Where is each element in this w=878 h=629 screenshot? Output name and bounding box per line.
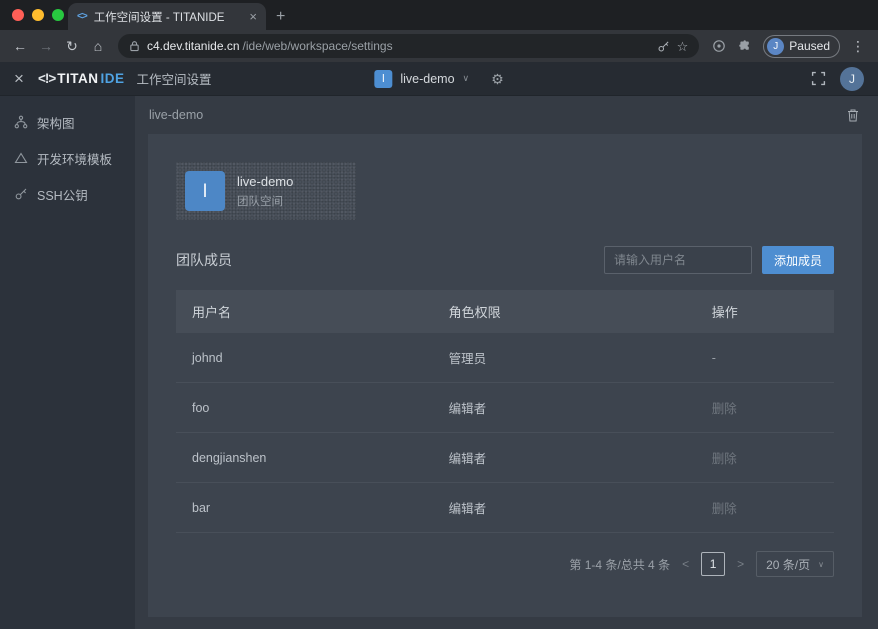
column-header-action: 操作 [696, 290, 834, 333]
close-settings-icon[interactable]: × [14, 70, 24, 87]
template-icon [14, 151, 28, 165]
page-title: 工作空间设置 [136, 69, 211, 88]
sidebar-item-ssh-keys[interactable]: SSH公钥 [0, 176, 135, 212]
cell-username: bar [176, 483, 433, 533]
profile-status: Paused [789, 39, 830, 53]
column-header-username: 用户名 [176, 290, 433, 333]
pagination-next-icon[interactable]: > [735, 557, 746, 571]
delete-member-link[interactable]: 删除 [712, 452, 737, 466]
url-path: /ide/web/workspace/settings [243, 39, 393, 53]
window-close-button[interactable] [12, 9, 24, 21]
settings-sidebar: 架构图 开发环境模板 SSH公钥 [0, 96, 135, 629]
pagination: 第 1-4 条/总共 4 条 < 1 > 20 条/页 ∨ [176, 551, 834, 577]
workspace-tile-badge: l [185, 171, 225, 211]
workspace-badge: l [374, 70, 392, 88]
address-bar[interactable]: c4.dev.titanide.cn /ide/web/workspace/se… [118, 34, 699, 58]
url-domain: c4.dev.titanide.cn [147, 39, 240, 53]
lock-icon [129, 40, 140, 52]
tab-title: 工作空间设置 - TITANIDE [94, 9, 243, 25]
sidebar-item-dev-templates[interactable]: 开发环境模板 [0, 140, 135, 176]
cell-role: 编辑者 [433, 483, 696, 533]
cell-action: - [696, 333, 834, 383]
cell-username: foo [176, 383, 433, 433]
table-header-row: 用户名 角色权限 操作 [176, 290, 834, 333]
fullscreen-icon[interactable] [811, 71, 826, 86]
reload-icon[interactable]: ↻ [60, 39, 84, 53]
cell-username: dengjianshen [176, 433, 433, 483]
chevron-down-icon: ∨ [818, 560, 824, 569]
username-input[interactable] [604, 246, 752, 274]
delete-member-link[interactable]: 删除 [712, 402, 737, 416]
forward-icon[interactable]: → [34, 39, 58, 53]
members-table: 用户名 角色权限 操作 johnd 管理员 - foo [176, 290, 834, 533]
pagination-current-page[interactable]: 1 [701, 552, 725, 576]
key-icon [14, 187, 28, 201]
delete-member-link[interactable]: 删除 [712, 502, 737, 516]
browser-menu-icon[interactable]: ⋮ [846, 39, 870, 53]
breadcrumb: live-demo [149, 108, 203, 122]
sidebar-item-architecture[interactable]: 架构图 [0, 104, 135, 140]
extensions-puzzle-icon[interactable] [738, 39, 752, 53]
home-icon[interactable]: ⌂ [86, 39, 110, 53]
workspace-card-name: live-demo [237, 174, 293, 189]
workspace-card-type: 团队空间 [237, 193, 293, 209]
cell-username: johnd [176, 333, 433, 383]
app-header: × <!> TITAN IDE 工作空间设置 l live-demo ∨ ⚙ J [0, 62, 878, 96]
sidebar-item-label: SSH公钥 [37, 185, 88, 204]
sidebar-item-label: 架构图 [37, 113, 75, 132]
cell-role: 编辑者 [433, 383, 696, 433]
profile-avatar: J [767, 38, 784, 55]
cell-role: 管理员 [433, 333, 696, 383]
pagination-prev-icon[interactable]: < [680, 557, 691, 571]
tab-strip: <> 工作空间设置 - TITANIDE × + [0, 0, 878, 30]
members-section-title: 团队成员 [176, 250, 232, 270]
titanide-logo: <!> TITAN IDE [38, 71, 125, 86]
settings-panel: l live-demo 团队空间 团队成员 添加成员 [148, 134, 862, 617]
window-zoom-button[interactable] [52, 9, 64, 21]
new-tab-button[interactable]: + [276, 9, 285, 25]
back-icon[interactable]: ← [8, 39, 32, 53]
tab-close-icon[interactable]: × [249, 10, 257, 23]
workspace-card: l live-demo 团队空间 [176, 162, 356, 220]
profile-paused-badge[interactable]: J Paused [763, 35, 840, 58]
bookmark-star-icon[interactable]: ☆ [677, 40, 689, 53]
browser-tab[interactable]: <> 工作空间设置 - TITANIDE × [68, 3, 266, 30]
main-content: live-demo l live-demo 团队空间 团队成员 [135, 96, 878, 629]
column-header-role: 角色权限 [433, 290, 696, 333]
table-row: dengjianshen 编辑者 删除 [176, 433, 834, 483]
pagination-summary: 第 1-4 条/总共 4 条 [569, 556, 670, 573]
cell-role: 编辑者 [433, 433, 696, 483]
extension-icon[interactable] [712, 39, 726, 53]
browser-toolbar: ← → ↻ ⌂ c4.dev.titanide.cn /ide/web/work… [0, 30, 878, 62]
table-row: foo 编辑者 删除 [176, 383, 834, 433]
traffic-lights [12, 9, 64, 21]
table-row: bar 编辑者 删除 [176, 483, 834, 533]
sidebar-item-label: 开发环境模板 [37, 149, 112, 168]
window-minimize-button[interactable] [32, 9, 44, 21]
password-key-icon[interactable] [657, 40, 670, 53]
tab-favicon-icon: <> [77, 11, 87, 22]
delete-workspace-button[interactable] [846, 108, 860, 123]
branch-icon [14, 115, 28, 129]
chevron-down-icon[interactable]: ∨ [463, 73, 470, 84]
logo-mark: <!> [38, 71, 55, 86]
page-size-select[interactable]: 20 条/页 ∨ [756, 551, 834, 577]
gear-icon[interactable]: ⚙ [491, 72, 504, 86]
add-member-button[interactable]: 添加成员 [762, 246, 834, 274]
page-size-value: 20 条/页 [766, 556, 810, 573]
table-row: johnd 管理员 - [176, 333, 834, 383]
user-avatar[interactable]: J [840, 67, 864, 91]
workspace-name: live-demo [400, 72, 454, 86]
workspace-switcher[interactable]: l live-demo ∨ ⚙ [374, 70, 503, 88]
